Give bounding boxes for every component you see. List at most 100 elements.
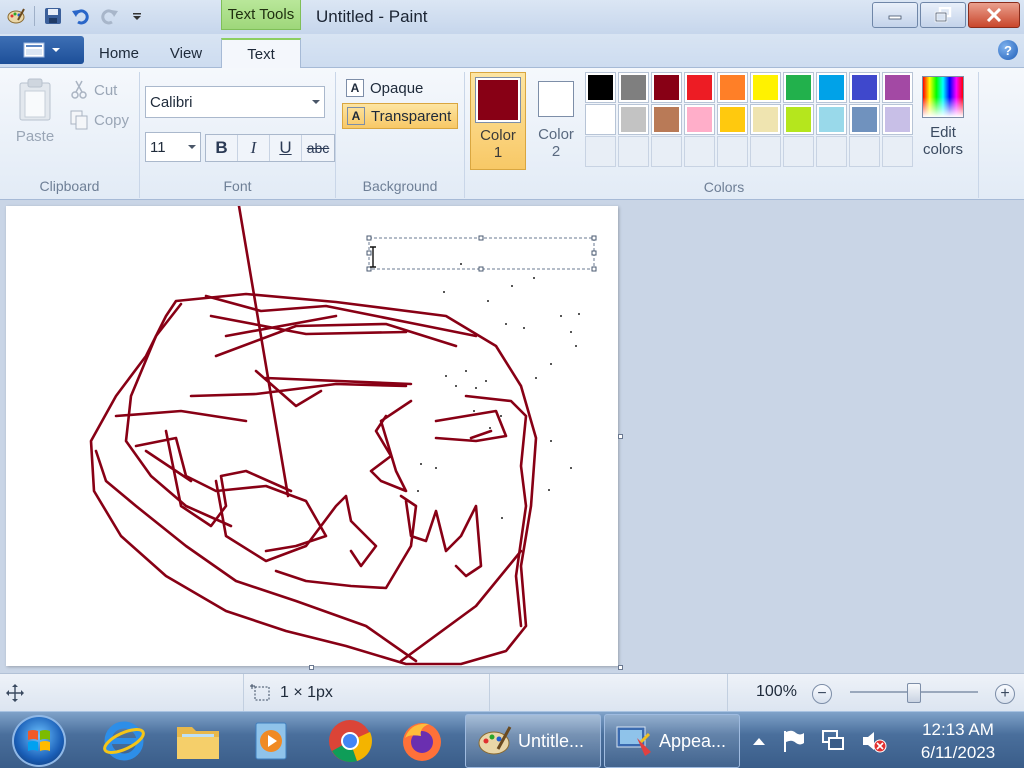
redo-icon[interactable] — [97, 4, 121, 28]
quick-access-toolbar — [4, 4, 149, 28]
bold-button[interactable]: B — [206, 135, 238, 161]
drawn-stroke — [399, 549, 523, 663]
taskbar-appearance-button[interactable]: Appea... — [604, 714, 740, 768]
transparent-icon: A — [347, 107, 365, 125]
drawn-stroke — [464, 394, 528, 628]
italic-button[interactable]: I — [238, 135, 270, 161]
close-button[interactable] — [968, 2, 1020, 28]
opaque-option[interactable]: A Opaque — [342, 75, 429, 101]
tab-home[interactable]: Home — [88, 38, 150, 68]
text-tools-contextual-tab: Text Tools — [221, 0, 301, 30]
cut-button[interactable]: Cut — [70, 80, 117, 100]
palette-color-swatch[interactable] — [816, 104, 847, 135]
palette-color-swatch[interactable] — [618, 72, 649, 103]
color2-label-line2: 2 — [551, 143, 561, 160]
clipboard-icon — [19, 78, 51, 121]
colors-group-label: Colors — [703, 179, 745, 195]
media-player-icon[interactable] — [242, 716, 302, 766]
palette-color-swatch[interactable] — [651, 104, 682, 135]
palette-color-swatch[interactable] — [783, 104, 814, 135]
zoom-out-button[interactable]: − — [812, 684, 832, 704]
palette-color-swatch[interactable] — [849, 72, 880, 103]
window-title: Untitled - Paint — [316, 7, 428, 26]
palette-color-swatch[interactable] — [750, 104, 781, 135]
tab-text[interactable]: Text — [221, 38, 301, 69]
paint-menu-button[interactable] — [0, 36, 84, 64]
canvas-workspace — [0, 201, 1024, 673]
palette-color-swatch[interactable] — [618, 104, 649, 135]
start-button[interactable] — [12, 715, 66, 767]
drawing-canvas[interactable] — [6, 204, 618, 666]
undo-icon[interactable] — [69, 4, 93, 28]
text-box-handles — [366, 235, 597, 272]
color2-button[interactable]: Color 2 — [530, 72, 582, 170]
font-family-dropdown[interactable]: Calibri — [145, 86, 325, 118]
taskbar-paint-button[interactable]: Untitle... — [465, 714, 601, 768]
group-divider — [978, 72, 979, 198]
font-group: Calibri 11 B I U abc Font — [140, 72, 336, 198]
restore-button[interactable] — [920, 2, 966, 28]
paint-app-icon[interactable] — [4, 4, 28, 28]
firefox-icon[interactable] — [392, 716, 452, 766]
custom-color-slot[interactable] — [783, 136, 814, 167]
custom-color-slot[interactable] — [684, 136, 715, 167]
taskbar: Untitle... Appea... 12:13 AM 6/11/2023 — [0, 711, 1024, 768]
resize-handle-right[interactable] — [618, 434, 623, 439]
tab-view[interactable]: View — [156, 38, 216, 68]
palette-color-swatch[interactable] — [882, 72, 913, 103]
zoom-in-button[interactable]: + — [995, 684, 1015, 704]
font-size-dropdown[interactable]: 11 — [145, 132, 201, 162]
palette-color-swatch[interactable] — [882, 104, 913, 135]
resize-handle-corner[interactable] — [618, 665, 623, 670]
taskbar-paint-label: Untitle... — [518, 730, 585, 751]
minimize-button[interactable] — [872, 2, 918, 28]
palette-color-swatch[interactable] — [816, 72, 847, 103]
custom-color-slot[interactable] — [816, 136, 847, 167]
palette-color-swatch[interactable] — [783, 72, 814, 103]
custom-color-slot[interactable] — [882, 136, 913, 167]
palette-color-swatch[interactable] — [684, 72, 715, 103]
volume-muted-icon[interactable] — [860, 728, 888, 754]
action-center-flag-icon[interactable] — [780, 728, 806, 754]
strikethrough-button[interactable]: abc — [302, 135, 334, 161]
network-icon[interactable] — [820, 728, 846, 754]
palette-color-swatch[interactable] — [585, 72, 616, 103]
custom-color-slot[interactable] — [585, 136, 616, 167]
save-icon[interactable] — [41, 4, 65, 28]
copy-label: Copy — [94, 111, 130, 129]
palette-color-swatch[interactable] — [717, 72, 748, 103]
opaque-label: Opaque — [370, 79, 424, 97]
palette-color-swatch[interactable] — [651, 72, 682, 103]
custom-color-slot[interactable] — [750, 136, 781, 167]
chrome-icon[interactable] — [320, 716, 380, 766]
palette-color-swatch[interactable] — [684, 104, 715, 135]
resize-handle-bottom[interactable] — [309, 665, 314, 670]
system-clock[interactable]: 12:13 AM 6/11/2023 — [906, 718, 1010, 764]
cut-label: Cut — [94, 81, 118, 99]
transparent-option[interactable]: A Transparent — [342, 103, 459, 129]
palette-color-swatch[interactable] — [750, 72, 781, 103]
internet-explorer-icon[interactable] — [94, 716, 154, 766]
copy-button[interactable]: Copy — [70, 110, 129, 130]
help-icon[interactable]: ? — [998, 40, 1018, 60]
color-spectrum-icon — [922, 76, 964, 118]
custom-color-slot[interactable] — [618, 136, 649, 167]
edit-colors-line2: colors — [922, 141, 963, 158]
palette-color-swatch[interactable] — [849, 104, 880, 135]
paste-button[interactable]: Paste — [12, 78, 58, 145]
custom-color-slot[interactable] — [717, 136, 748, 167]
qat-separator — [34, 6, 35, 26]
underline-button[interactable]: U — [270, 135, 302, 161]
customize-qat-icon[interactable] — [125, 4, 149, 28]
zoom-slider-thumb[interactable] — [907, 683, 921, 703]
edit-colors-button[interactable]: Edit colors — [918, 72, 968, 158]
custom-color-slot[interactable] — [651, 136, 682, 167]
cursor-position-segment — [0, 674, 244, 712]
file-explorer-icon[interactable] — [168, 716, 228, 766]
palette-color-swatch[interactable] — [585, 104, 616, 135]
show-hidden-icons-icon[interactable] — [752, 736, 766, 746]
color1-button[interactable]: Color 1 — [470, 72, 526, 170]
chevron-down-icon — [52, 48, 60, 52]
custom-color-slot[interactable] — [849, 136, 880, 167]
palette-color-swatch[interactable] — [717, 104, 748, 135]
